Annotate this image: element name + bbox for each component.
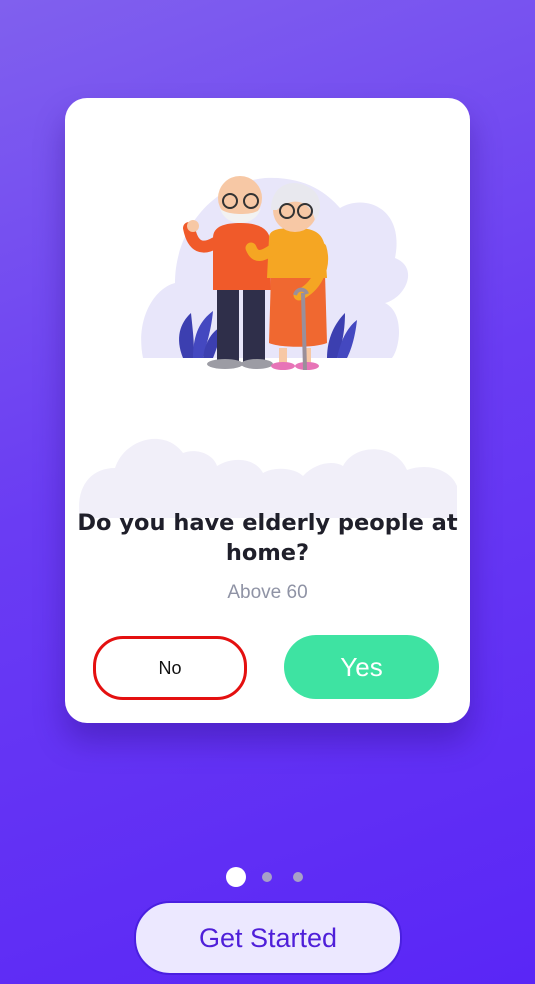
no-button[interactable]: No (93, 636, 247, 700)
question-card: Do you have elderly people at home? Abov… (65, 98, 470, 723)
page-dot[interactable] (262, 872, 272, 882)
yes-button[interactable]: Yes (284, 635, 439, 699)
elderly-couple-illustration (79, 176, 457, 518)
pagination-dots (0, 866, 535, 888)
question-subtitle: Above 60 (227, 582, 308, 603)
page-dot-active[interactable] (226, 867, 246, 887)
page-dot[interactable] (293, 872, 303, 882)
get-started-button[interactable]: Get Started (134, 901, 402, 975)
question-title: Do you have elderly people at home? (77, 510, 458, 566)
